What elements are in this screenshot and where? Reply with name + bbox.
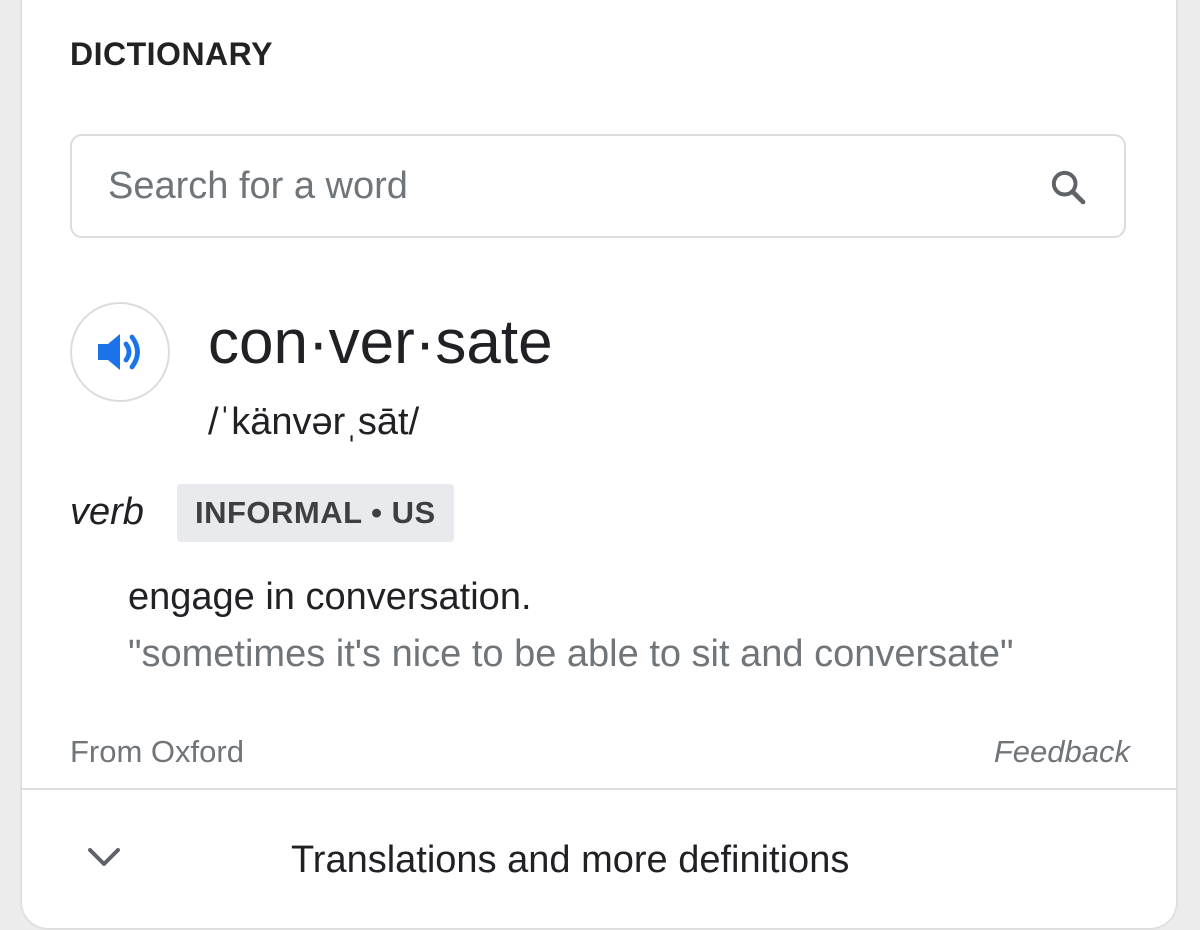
source-attribution: From Oxford: [70, 734, 244, 769]
feedback-link[interactable]: Feedback: [994, 733, 1130, 770]
part-of-speech: verb: [70, 491, 144, 533]
search-input[interactable]: [108, 136, 988, 236]
usage-label-badge: INFORMAL • US: [177, 484, 454, 542]
search-icon[interactable]: [1048, 167, 1088, 207]
phonetic-spelling: /ˈkänvərˌsāt/: [208, 401, 420, 443]
expander-label: Translations and more definitions: [291, 839, 850, 881]
definition-text: engage in conversation.: [128, 576, 532, 618]
pronunciation-audio-button[interactable]: [70, 302, 170, 402]
section-heading: DICTIONARY: [70, 36, 273, 72]
speaker-icon: [98, 334, 140, 370]
search-box[interactable]: [70, 134, 1126, 238]
headword: con·ver·sate: [208, 308, 553, 377]
example-sentence: "sometimes it's nice to be able to sit a…: [128, 633, 1014, 675]
chevron-down-icon: [88, 848, 120, 866]
translations-expander[interactable]: Translations and more definitions: [22, 790, 1176, 928]
